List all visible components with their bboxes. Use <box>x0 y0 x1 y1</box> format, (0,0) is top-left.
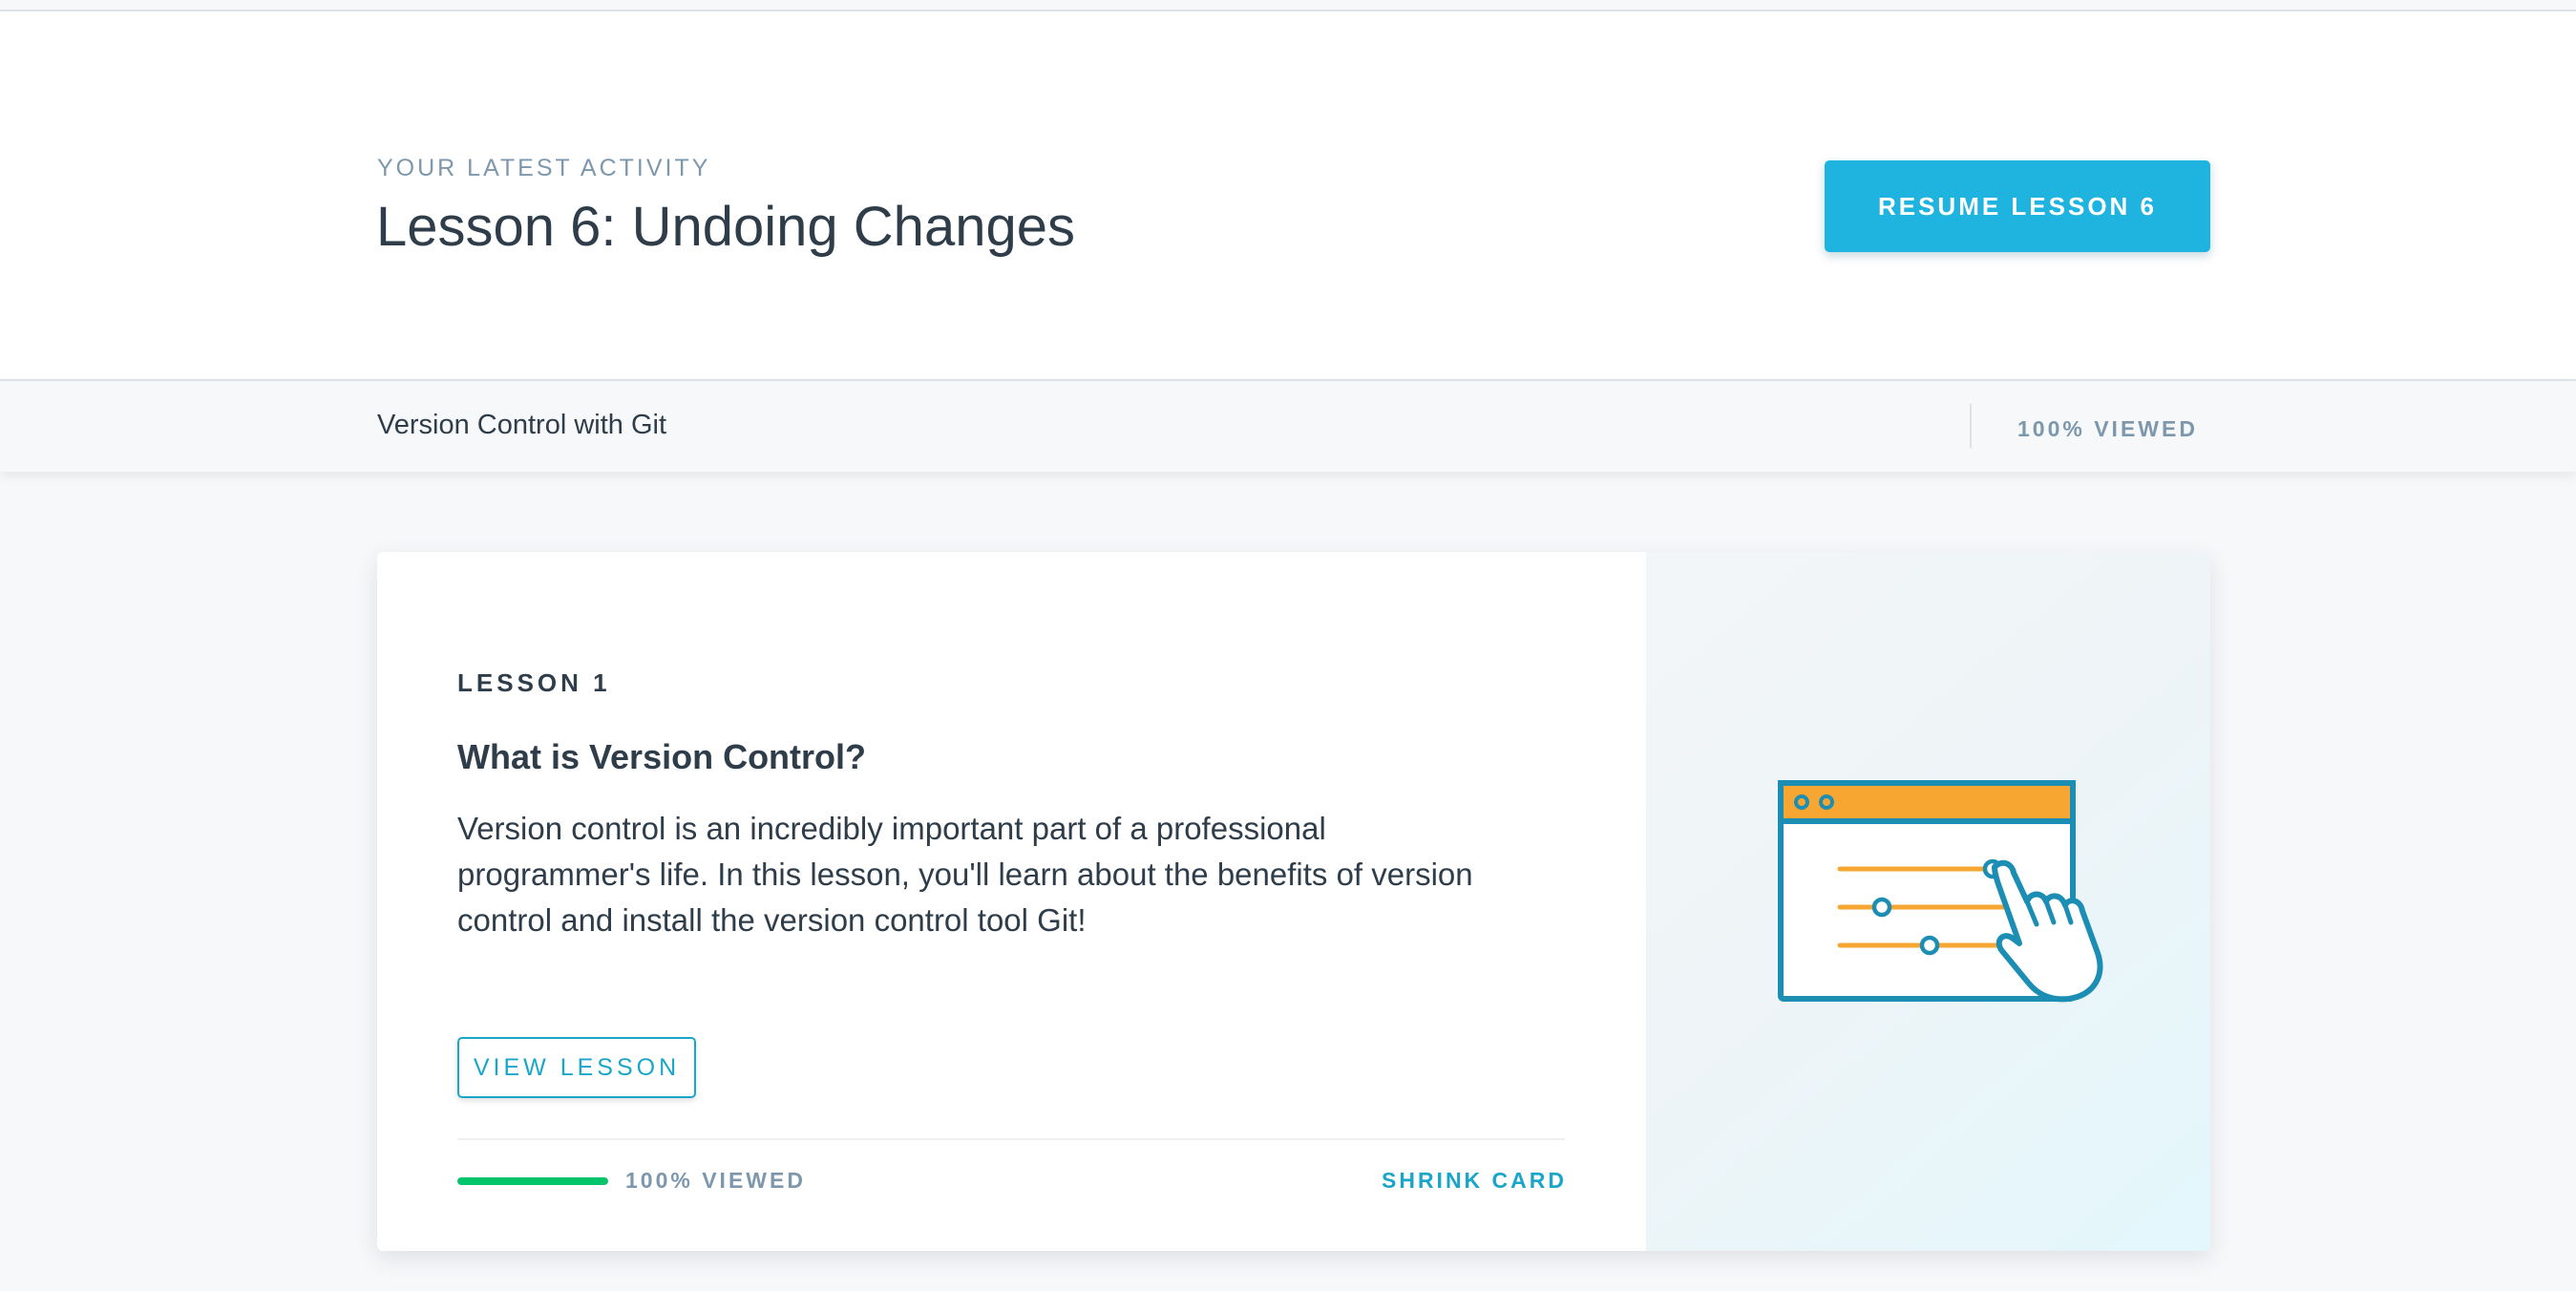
card-footer-divider <box>457 1138 1565 1140</box>
course-name: Version Control with Git <box>377 410 667 440</box>
latest-activity-eyebrow: YOUR LATEST ACTIVITY <box>377 155 711 181</box>
lesson-progress-fill <box>457 1177 608 1185</box>
lesson-viewed-status: 100% VIEWED <box>625 1168 806 1193</box>
view-lesson-button[interactable]: VIEW LESSON <box>457 1037 696 1098</box>
latest-activity-header: YOUR LATEST ACTIVITY Lesson 6: Undoing C… <box>0 11 2576 379</box>
browser-sliders-hand-icon <box>1778 780 2103 1003</box>
course-bar-divider <box>1970 404 1972 448</box>
lesson-progress-bar <box>457 1177 608 1185</box>
lesson-number: LESSON 1 <box>457 668 611 697</box>
shrink-card-link[interactable]: SHRINK CARD <box>1382 1168 1567 1194</box>
lesson-card: LESSON 1 What is Version Control? Versio… <box>377 552 2210 1251</box>
lesson-description: Version control is an incredibly importa… <box>457 811 1473 938</box>
lesson-title: What is Version Control? <box>457 737 867 776</box>
course-bar: Version Control with Git 100% VIEWED <box>0 379 2576 472</box>
resume-lesson-button[interactable]: RESUME LESSON 6 <box>1825 160 2210 252</box>
latest-lesson-title: Lesson 6: Undoing Changes <box>376 196 1075 258</box>
course-viewed-status: 100% VIEWED <box>2017 416 2198 441</box>
